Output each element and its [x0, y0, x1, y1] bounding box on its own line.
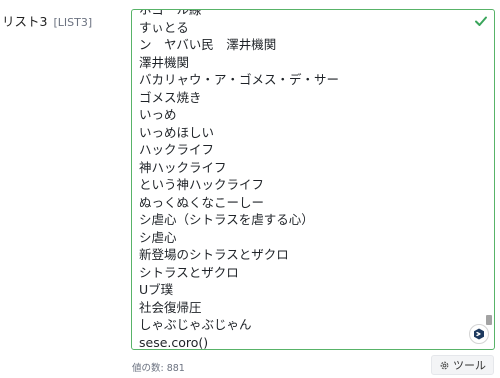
field-key: [LIST3]	[53, 16, 93, 29]
list-item: いっめ	[139, 107, 177, 122]
scrollbar[interactable]	[485, 11, 492, 348]
list-item: ゴメス焼き	[139, 89, 202, 105]
list-item: 神ハックライフ	[139, 159, 227, 175]
list-item: すぃとる	[139, 19, 189, 35]
tool-button[interactable]: ツール	[431, 355, 494, 375]
field-label: リスト3 [LIST3]	[2, 11, 92, 30]
list-items: ホゴール線すぃとるン ヤバい民 澤井機関 澤井機関バカリャウ・ア・ゴメス・デ・サー…	[139, 9, 464, 350]
list-item: シトラスとザクロ	[139, 264, 239, 280]
list-item: シ虐心（シトラスを虐する心）	[139, 212, 314, 227]
value-count: 値の数: 881	[132, 363, 185, 374]
list-item: 澤井機関	[139, 54, 190, 70]
list-item: シ虐心	[139, 229, 177, 245]
list-item: しゃぶじゃぶじゃん	[139, 317, 252, 332]
list-item: Uブ璞	[139, 282, 174, 297]
gear-icon	[440, 361, 449, 369]
list-item: 社会復帰圧	[139, 299, 202, 315]
assistant-icon-button[interactable]	[469, 324, 489, 344]
list-item: ぬっくぬくなこーしー	[139, 194, 265, 210]
assistant-icon	[474, 328, 484, 340]
list-textarea[interactable]: ホゴール線すぃとるン ヤバい民 澤井機関 澤井機関バカリャウ・ア・ゴメス・デ・サー…	[131, 9, 495, 350]
list-item: ホゴール線	[139, 9, 202, 17]
tool-button-label: ツール	[453, 359, 486, 372]
list-item: ハックライフ	[139, 142, 215, 157]
field-label-text: リスト3	[2, 14, 48, 29]
list-item: という神ハックライフ	[139, 177, 265, 192]
list-item: 新登場のシトラスとザクロ	[139, 247, 289, 262]
list-item: いっめほしい	[139, 124, 215, 140]
scrollbar-thumb[interactable]	[486, 315, 492, 325]
list-item: バカリャウ・ア・ゴメス・デ・サー	[139, 72, 340, 87]
list-item: ン ヤバい民 澤井機関	[139, 37, 277, 52]
list-item: sese.coro()	[139, 334, 209, 350]
